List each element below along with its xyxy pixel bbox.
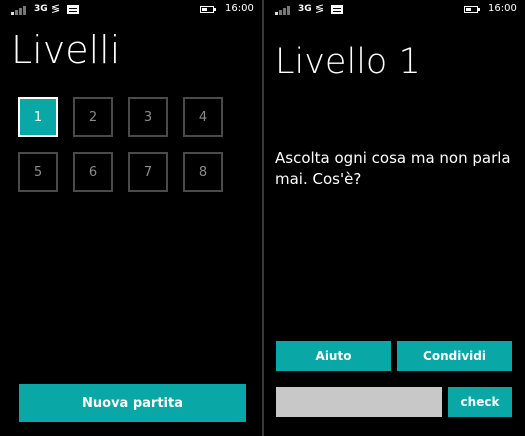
answer-input[interactable] xyxy=(276,387,442,417)
page-title: Livello 1 xyxy=(275,42,421,82)
level-screen: 3G ≶ 16:00 Livello 1 Ascolta ogni cosa m… xyxy=(264,0,525,436)
share-button[interactable]: Condividi xyxy=(397,341,512,371)
level-tile-2[interactable]: 2 xyxy=(73,97,113,137)
status-bar: 3G ≶ 16:00 xyxy=(264,0,525,20)
page-title: Livelli xyxy=(11,28,121,72)
signal-icon xyxy=(275,5,293,15)
new-game-button[interactable]: Nuova partita xyxy=(19,384,246,422)
level-tile-3[interactable]: 3 xyxy=(128,97,168,137)
level-tile-4[interactable]: 4 xyxy=(183,97,223,137)
help-button[interactable]: Aiuto xyxy=(276,341,391,371)
data-icon: ≶ xyxy=(51,2,61,15)
message-icon xyxy=(331,5,343,14)
levels-screen: 3G ≶ 16:00 Livelli 1 2 3 4 5 6 7 8 Nuova… xyxy=(0,0,262,436)
status-time: 16:00 xyxy=(225,3,254,14)
data-icon: ≶ xyxy=(315,2,325,15)
status-time: 16:00 xyxy=(488,3,517,14)
signal-icon xyxy=(11,5,29,15)
network-type: 3G xyxy=(34,4,48,14)
riddle-text: Ascolta ogni cosa ma non parla mai. Cos'… xyxy=(275,149,511,188)
level-tile-8[interactable]: 8 xyxy=(183,152,223,192)
check-button[interactable]: check xyxy=(448,387,512,417)
level-tile-1[interactable]: 1 xyxy=(18,97,58,137)
status-bar: 3G ≶ 16:00 xyxy=(0,0,262,20)
battery-icon xyxy=(464,6,480,13)
message-icon xyxy=(67,5,79,14)
battery-icon xyxy=(200,6,216,13)
level-tile-5[interactable]: 5 xyxy=(18,152,58,192)
level-tile-6[interactable]: 6 xyxy=(73,152,113,192)
level-tile-7[interactable]: 7 xyxy=(128,152,168,192)
network-type: 3G xyxy=(298,4,312,14)
